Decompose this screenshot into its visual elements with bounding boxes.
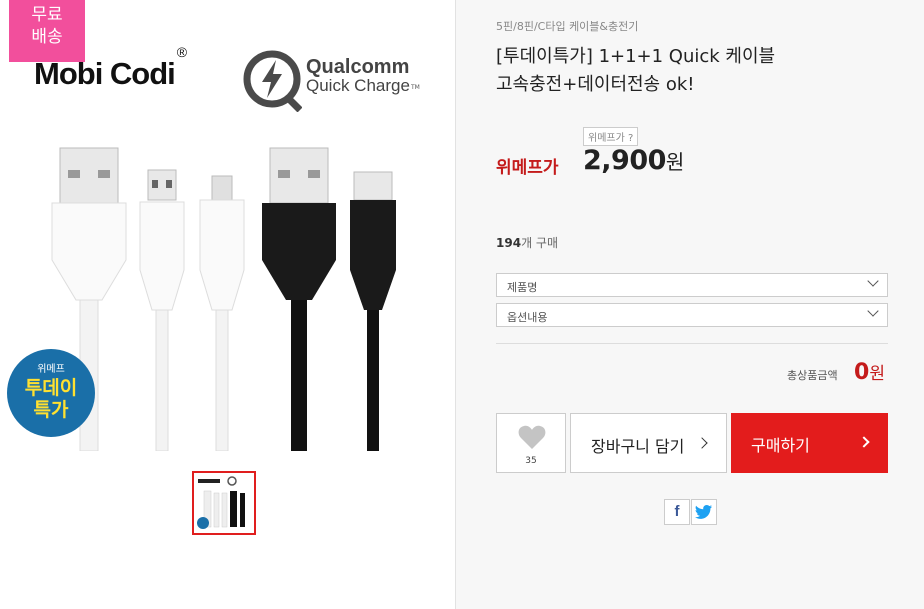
promo-badge-line1: 위메프 [37, 364, 65, 375]
total-price-label: 총상품금액 [787, 369, 838, 382]
price-label: 위메프가 [496, 158, 559, 178]
purchase-count: 194개 구매 [496, 234, 558, 251]
today-deal-badge: 위메프 투데이 특가 [7, 349, 95, 437]
like-button[interactable]: 35 [496, 413, 566, 473]
black-typec-cable [350, 171, 396, 451]
like-count: 35 [525, 456, 537, 466]
chevron-down-icon [867, 275, 879, 287]
quick-charge-text: Quick Charge [306, 76, 410, 95]
free-shipping-line2: 배송 [31, 27, 63, 47]
black-usb-cable [262, 147, 336, 451]
price-value: 2,900원 [583, 145, 684, 176]
product-title: [투데이특가] 1+1+1 Quick 케이블 고속충전+데이터전송 ok! [496, 43, 896, 99]
chevron-down-icon [867, 305, 879, 317]
product-name-select[interactable]: 제품명 [496, 273, 888, 297]
promo-badge-line3: 특가 [33, 399, 69, 421]
twitter-share-button[interactable] [691, 499, 717, 525]
buy-now-button[interactable]: 구매하기 [731, 413, 888, 473]
brand-reg-mark: ® [176, 43, 187, 60]
product-title-line1: [투데이특가] 1+1+1 Quick 케이블 [496, 46, 776, 67]
option-select[interactable]: 옵션내용 [496, 303, 888, 327]
promo-badge-line2: 투데이 [24, 377, 78, 399]
product-info-panel: 5핀/8핀/C타입 케이블&충전기 [투데이특가] 1+1+1 Quick 케이… [455, 0, 924, 609]
buy-button-label: 구매하기 [751, 436, 810, 455]
product-name-select-value: 제품명 [507, 281, 538, 294]
option-select-value: 옵션내용 [507, 311, 548, 324]
category-breadcrumb[interactable]: 5핀/8핀/C타입 케이블&충전기 [496, 18, 638, 34]
chevron-right-icon [858, 436, 870, 448]
purchase-count-number: 194 [496, 236, 522, 250]
add-to-cart-button[interactable]: 장바구니 담기 [570, 413, 727, 473]
total-price-value: 0원 [854, 359, 885, 385]
thumbnail-image [197, 476, 245, 529]
total-amount: 0 [854, 360, 870, 385]
cart-button-label: 장바구니 담기 [591, 437, 685, 456]
price-tooltip-button[interactable]: 위메프가 ? [583, 127, 639, 146]
white-lightning-cable [199, 175, 245, 451]
chevron-right-icon [696, 437, 708, 449]
facebook-icon: f [674, 503, 680, 520]
purchase-count-suffix: 개 구매 [521, 236, 558, 250]
product-thumbnail[interactable] [192, 471, 256, 535]
free-shipping-badge: 무료 배송 [9, 0, 85, 62]
price-amount: 2,900 [583, 145, 666, 176]
cables-product-photo [51, 147, 396, 451]
divider [496, 343, 888, 344]
price-unit: 원 [665, 150, 684, 174]
product-title-line2: 고속충전+데이터전송 ok! [496, 74, 695, 95]
qc-trademark: TM [411, 84, 420, 91]
facebook-share-button[interactable]: f [664, 499, 690, 525]
quick-charge-icon [243, 50, 302, 112]
heart-icon [518, 425, 546, 449]
twitter-icon [695, 505, 712, 519]
free-shipping-line1: 무료 [31, 5, 63, 25]
total-unit: 원 [869, 364, 885, 384]
white-micro-cable [139, 169, 185, 451]
product-image-panel: 무료 배송 Mobi Codi® Qualcomm Quick Charge T… [0, 0, 455, 609]
